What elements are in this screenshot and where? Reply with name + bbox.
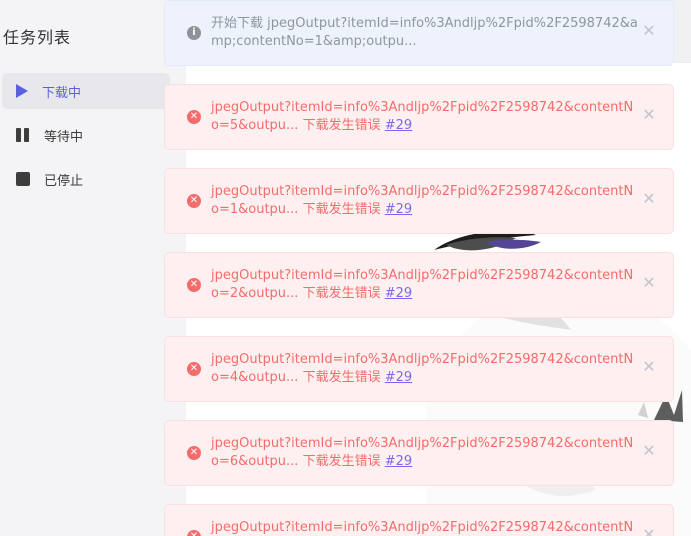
error-toast: ✕ jpegOutput?itemId=info%3Andljp%2Fpid%2…	[164, 420, 674, 486]
issue-link[interactable]: #29	[385, 370, 412, 385]
close-icon[interactable]: ✕	[642, 359, 656, 375]
issue-link[interactable]: #29	[385, 118, 412, 133]
close-icon[interactable]: ✕	[642, 23, 656, 39]
sidebar-item-label: 下载中	[42, 85, 82, 101]
sidebar-nav: 下载中 等待中 已停止	[2, 73, 170, 205]
info-toast: i 开始下载 jpegOutput?itemId=info%3Andljp%2F…	[164, 0, 674, 66]
sidebar-item-stopped[interactable]: 已停止	[2, 161, 170, 197]
error-message-text: jpegOutput?itemId=info%3Andljp%2Fpid%2F2…	[211, 100, 634, 133]
error-toast: ✕ jpegOutput?itemId=info%3Andljp%2Fpid%2…	[164, 504, 674, 536]
toast-message: 开始下载 jpegOutput?itemId=info%3Andljp%2Fpi…	[211, 16, 638, 49]
error-icon: ✕	[187, 362, 201, 376]
error-icon: ✕	[187, 278, 201, 292]
sidebar: 任务列表 下载中 等待中 已停止	[0, 0, 186, 536]
error-icon: ✕	[187, 446, 201, 460]
issue-link[interactable]: #29	[385, 202, 412, 217]
play-icon	[16, 84, 28, 98]
sidebar-item-downloading[interactable]: 下载中	[2, 73, 170, 109]
toast-message: jpegOutput?itemId=info%3Andljp%2Fpid%2F2…	[211, 99, 641, 135]
issue-link[interactable]: #29	[385, 454, 412, 469]
error-toast: ✕ jpegOutput?itemId=info%3Andljp%2Fpid%2…	[164, 336, 674, 402]
error-icon: ✕	[187, 530, 201, 536]
error-toast: ✕ jpegOutput?itemId=info%3Andljp%2Fpid%2…	[164, 252, 674, 318]
close-icon[interactable]: ✕	[642, 275, 656, 291]
error-icon: ✕	[187, 194, 201, 208]
sidebar-title: 任务列表	[3, 28, 72, 47]
issue-link[interactable]: #29	[385, 286, 412, 301]
error-message-text: jpegOutput?itemId=info%3Andljp%2Fpid%2F2…	[211, 436, 634, 469]
toast-message: jpegOutput?itemId=info%3Andljp%2Fpid%2F2…	[211, 351, 641, 387]
toast-message: jpegOutput?itemId=info%3Andljp%2Fpid%2F2…	[211, 519, 641, 536]
toast-message: jpegOutput?itemId=info%3Andljp%2Fpid%2F2…	[211, 183, 641, 219]
info-icon: i	[187, 26, 201, 40]
error-toast: ✕ jpegOutput?itemId=info%3Andljp%2Fpid%2…	[164, 168, 674, 234]
error-message-text: jpegOutput?itemId=info%3Andljp%2Fpid%2F2…	[211, 268, 634, 301]
sidebar-item-waiting[interactable]: 等待中	[2, 117, 170, 153]
toast-message: jpegOutput?itemId=info%3Andljp%2Fpid%2F2…	[211, 267, 641, 303]
close-icon[interactable]: ✕	[642, 107, 656, 123]
sidebar-item-label: 等待中	[44, 129, 84, 145]
error-message-text: jpegOutput?itemId=info%3Andljp%2Fpid%2F2…	[211, 184, 634, 217]
error-message-text: jpegOutput?itemId=info%3Andljp%2Fpid%2F2…	[211, 352, 634, 385]
toast-message: jpegOutput?itemId=info%3Andljp%2Fpid%2F2…	[211, 435, 641, 471]
error-icon: ✕	[187, 110, 201, 124]
sidebar-item-label: 已停止	[44, 173, 84, 189]
error-toast: ✕ jpegOutput?itemId=info%3Andljp%2Fpid%2…	[164, 84, 674, 150]
error-message-text: jpegOutput?itemId=info%3Andljp%2Fpid%2F2…	[211, 520, 634, 535]
close-icon[interactable]: ✕	[642, 443, 656, 459]
stop-icon	[16, 172, 30, 186]
close-icon[interactable]: ✕	[642, 191, 656, 207]
close-icon[interactable]: ✕	[642, 527, 656, 536]
pause-icon	[16, 128, 30, 142]
